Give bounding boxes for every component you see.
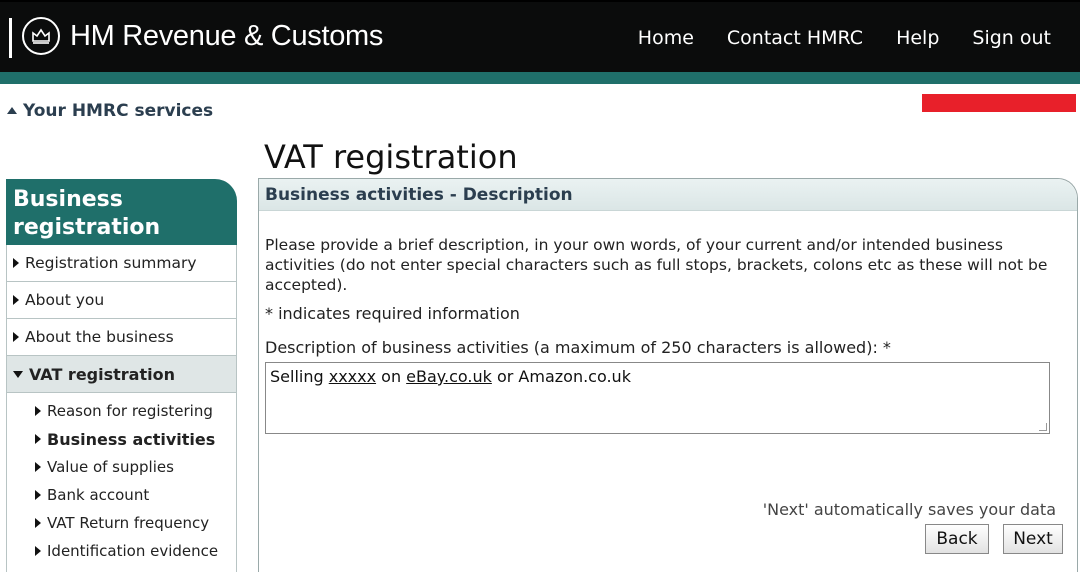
subnav-item-label: Business activities xyxy=(47,429,216,449)
triangle-right-icon xyxy=(35,434,41,444)
sidebar: Business registration Registration summa… xyxy=(6,179,237,572)
section-title: Business activities - Description xyxy=(259,179,1077,211)
description-textarea[interactable]: Selling xxxxx on eBay.co.uk or Amazon.co… xyxy=(265,362,1050,434)
textarea-text: on xyxy=(376,367,407,386)
triangle-right-icon xyxy=(13,295,19,305)
back-button[interactable]: Back xyxy=(925,524,989,554)
triangle-right-icon xyxy=(35,490,41,500)
vat-subnav: Reason for registering Business activiti… xyxy=(6,393,237,572)
textarea-text-underlined: xxxxx xyxy=(328,367,377,386)
subnav-item-value-of-supplies[interactable]: Value of supplies xyxy=(7,453,236,481)
triangle-right-icon xyxy=(35,462,41,472)
sidebar-item-about-the-business[interactable]: About the business xyxy=(6,319,237,356)
triangle-right-icon xyxy=(35,546,41,556)
subnav-item-business-activities[interactable]: Business activities xyxy=(7,425,236,453)
textarea-text: Selling xyxy=(270,367,329,386)
subnav-item-vat-return-frequency[interactable]: VAT Return frequency xyxy=(7,509,236,537)
next-button[interactable]: Next xyxy=(1003,524,1063,554)
sidebar-title: Business registration xyxy=(6,179,237,245)
triangle-right-icon xyxy=(35,518,41,528)
top-nav: Home Contact HMRC Help Sign out xyxy=(605,27,1051,49)
textarea-text-underlined: eBay.co.uk xyxy=(406,367,492,386)
description-field-label: Description of business activities (a ma… xyxy=(265,338,891,357)
redaction-mark xyxy=(922,94,1076,112)
page-title: VAT registration xyxy=(264,138,518,176)
form-panel: Business activities - Description Please… xyxy=(258,178,1078,572)
sidebar-item-label: Registration summary xyxy=(25,254,197,272)
subnav-item-label: Reason for registering xyxy=(47,402,213,420)
required-note: * indicates required information xyxy=(265,304,520,323)
triangle-right-icon xyxy=(13,258,19,268)
textarea-text: or Amazon.co.uk xyxy=(491,367,631,386)
header-bar: HM Revenue & Customs Home Contact HMRC H… xyxy=(0,0,1080,72)
subnav-item-identification-evidence[interactable]: Identification evidence xyxy=(7,537,236,565)
brand-name[interactable]: HM Revenue & Customs xyxy=(70,20,383,53)
subnav-item-label: VAT Return frequency xyxy=(47,514,210,532)
your-hmrc-services-link[interactable]: Your HMRC services xyxy=(7,101,213,121)
resize-handle-icon[interactable] xyxy=(1039,423,1047,431)
sidebar-item-about-you[interactable]: About you xyxy=(6,282,237,319)
sidebar-item-registration-summary[interactable]: Registration summary xyxy=(6,245,237,282)
sidebar-item-label: About you xyxy=(25,291,105,309)
subnav-item-label: Bank account xyxy=(47,486,150,504)
nav-help[interactable]: Help xyxy=(896,27,939,49)
nav-contact-hmrc[interactable]: Contact HMRC xyxy=(727,27,863,49)
sidebar-item-label: VAT registration xyxy=(29,364,175,384)
subnav-item-label: Identification evidence xyxy=(47,542,219,560)
autosave-note: 'Next' automatically saves your data xyxy=(762,500,1056,519)
crown-logo-icon xyxy=(22,17,60,55)
sidebar-item-label: About the business xyxy=(25,328,174,346)
services-link-label: Your HMRC services xyxy=(23,101,214,121)
sidebar-item-vat-registration[interactable]: VAT registration xyxy=(6,356,237,393)
brand-divider xyxy=(9,18,12,58)
subnav-item-reason-for-registering[interactable]: Reason for registering xyxy=(7,397,236,425)
nav-sign-out[interactable]: Sign out xyxy=(972,27,1051,49)
triangle-right-icon xyxy=(13,332,19,342)
nav-home[interactable]: Home xyxy=(638,27,694,49)
header-stripe xyxy=(0,72,1080,84)
subnav-item-bank-account[interactable]: Bank account xyxy=(7,481,236,509)
triangle-down-icon xyxy=(13,370,23,378)
triangle-right-icon xyxy=(35,406,41,416)
up-triangle-icon xyxy=(7,107,17,114)
subnav-item-label: Value of supplies xyxy=(47,458,174,476)
intro-text: Please provide a brief description, in y… xyxy=(265,236,1048,294)
